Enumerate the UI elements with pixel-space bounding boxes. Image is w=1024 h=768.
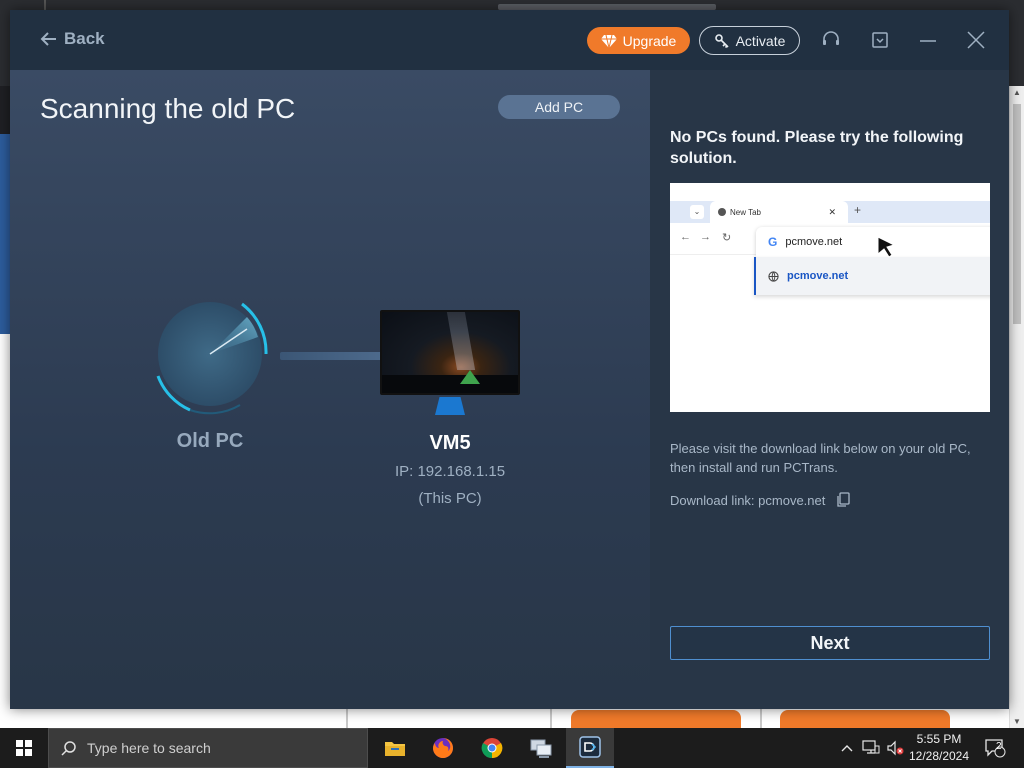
monitor-icon [380,310,520,418]
background-scrollbar[interactable]: ▲ ▼ [1009,86,1024,728]
illustration-tab-bar: ⌄ New Tab ✕ + [670,201,990,223]
taskbar-clock[interactable]: 5:55 PM 12/28/2024 [904,731,974,765]
upgrade-label: Upgrade [622,32,677,49]
scan-panel: Scanning the old PC Add PC Old PC VM5 IP… [10,70,650,709]
upgrade-button[interactable]: Upgrade [587,27,690,54]
clock-date: 12/28/2024 [908,749,970,763]
support-headset-icon[interactable] [821,30,841,50]
folder-icon [385,742,405,756]
desktop-wallpaper-thumbnail [380,310,520,395]
help-panel: No PCs found. Please try the following s… [650,70,1009,709]
menu-dropdown-icon[interactable] [870,30,890,50]
title-bar: Back Upgrade Activate [10,10,1009,70]
old-pc-label: Old PC [176,430,244,452]
search-placeholder: Type here to search [87,740,211,756]
activate-label: Activate [735,32,786,49]
windows-logo-icon [16,740,32,756]
illustration-suggestion-text: pcmove.net [787,270,849,282]
network-icon[interactable] [860,728,882,768]
scroll-up-arrow-icon[interactable]: ▲ [1013,88,1021,97]
instructions-text: Please visit the download link below on … [670,441,971,475]
download-link-row: Download link: pcmove.net [670,492,851,508]
monitor-stand [435,397,465,415]
close-icon: ✕ [828,206,836,217]
activate-button[interactable]: Activate [699,26,800,55]
search-icon [61,741,76,756]
chrome-logo-icon [718,208,726,216]
download-link-text: Download link: pcmove.net [670,492,826,508]
no-pcs-heading: No PCs found. Please try the following s… [670,129,964,167]
connection-line [280,352,382,360]
chevron-down-icon: ⌄ [690,205,704,219]
pctrans-window: Back Upgrade Activate Scanning the old P… [10,10,1009,709]
next-button[interactable]: Next [670,626,990,660]
arrow-right-icon: → [700,231,711,243]
illustration-tab-label: New Tab [730,207,761,217]
mouse-pointer-icon [877,236,896,258]
key-icon [714,33,729,48]
copy-icon[interactable] [835,492,851,508]
taskbar-file-explorer[interactable] [371,728,419,768]
arrow-left-icon: ← [680,231,691,243]
taskbar-search-box[interactable]: Type here to search [48,728,368,768]
this-pc-note: (This PC) [418,490,482,507]
scrollbar-thumb[interactable] [1013,104,1021,324]
add-pc-button[interactable]: Add PC [498,95,620,119]
illustration-omnibox: G pcmove.net [756,227,990,257]
start-button[interactable] [0,728,48,768]
background-orange-button [571,710,741,728]
page-title: Scanning the old PC [40,93,296,124]
back-label: Back [64,29,105,48]
minimize-icon[interactable] [918,30,938,50]
illustration-tab: New Tab ✕ [710,201,848,223]
google-g-icon: G [768,235,778,249]
taskbar-network-tool[interactable] [517,728,565,768]
back-button[interactable]: Back [40,29,105,49]
illustration-omnibox-text: pcmove.net [785,236,843,248]
illustration-suggestion: pcmove.net [754,257,990,295]
taskbar-firefox[interactable] [419,728,467,768]
this-pc-name: VM5 [429,432,471,454]
this-pc-ip: IP: 192.168.1.15 [394,463,506,480]
background-orange-button [780,710,950,728]
plus-icon: + [854,203,862,217]
chrome-icon [481,738,503,759]
notification-center-button[interactable]: 2 [980,728,1010,768]
firefox-icon [433,738,453,758]
notification-icon [985,739,1006,758]
browser-illustration: ⌄ New Tab ✕ + ← → ↻ G pcmove.net pcmove.… [670,183,990,412]
volume-muted-icon[interactable] [884,728,906,768]
taskbar-pctrans[interactable] [566,728,614,768]
arrow-left-icon [40,32,56,46]
pctrans-app-icon [579,736,601,758]
show-hidden-icons-chevron-up-icon[interactable] [838,728,856,768]
taskbar-chrome[interactable] [468,728,516,768]
diamond-icon [600,34,617,48]
globe-icon [768,270,779,282]
notification-count: 2 [996,741,1002,752]
radar-scan-icon [156,302,268,415]
windows-taskbar: Type here to search 5:55 PM 12/28/2024 2 [0,728,1024,768]
network-computer-icon [530,739,552,758]
scroll-down-arrow-icon[interactable]: ▼ [1013,717,1021,726]
clock-time: 5:55 PM [916,732,962,746]
reload-icon: ↻ [722,232,732,244]
close-icon[interactable] [966,30,986,50]
